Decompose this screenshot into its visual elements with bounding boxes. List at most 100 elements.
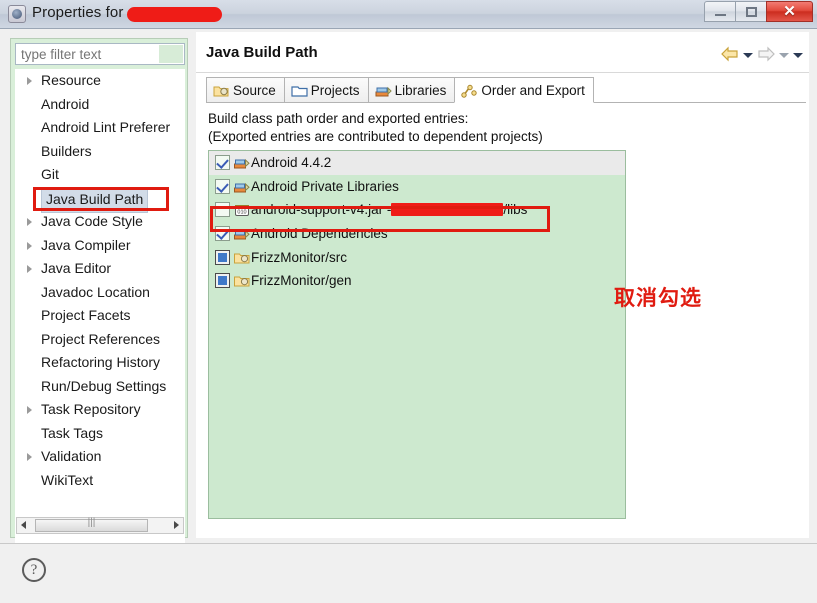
entry-checkbox[interactable] xyxy=(215,249,230,265)
window-title: Properties for xyxy=(32,4,124,21)
annotation-note-uncheck: 取消勾选 xyxy=(614,287,702,310)
redacted-path xyxy=(391,203,504,217)
expand-arrow-icon[interactable] xyxy=(27,77,32,85)
sidebar-item-label: Javadoc Location xyxy=(41,283,150,300)
sidebar-item-resource[interactable]: Resource xyxy=(15,69,185,93)
redacted-project-name xyxy=(127,7,222,22)
sidebar-item-builders[interactable]: Builders xyxy=(15,140,185,164)
order-export-icon xyxy=(461,81,478,98)
svg-text:010: 010 xyxy=(237,210,246,216)
sidebar-item-label: Project References xyxy=(41,330,161,347)
tab-source[interactable]: Source xyxy=(206,77,285,103)
source-folder-icon xyxy=(234,273,250,288)
tab-label: Projects xyxy=(310,83,360,98)
close-button[interactable]: ✕ xyxy=(766,1,813,22)
expand-arrow-icon[interactable] xyxy=(27,241,32,250)
list-item[interactable]: Android Dependencies xyxy=(209,222,625,246)
expand-arrow-icon[interactable] xyxy=(27,265,32,273)
sidebar-item-task-repository[interactable]: Task Repository xyxy=(15,398,185,422)
sidebar-item-label: Task Tags xyxy=(41,424,103,441)
minimize-icon xyxy=(715,14,726,16)
sidebar-item-project-references[interactable]: Project References xyxy=(15,328,185,352)
close-icon: ✕ xyxy=(783,3,796,20)
description-line-1: Build class path order and exported entr… xyxy=(208,111,469,126)
entry-label: FrizzMonitor/gen xyxy=(251,273,352,289)
forward-arrow-icon xyxy=(757,46,775,62)
sidebar-item-wikitext[interactable]: WikiText xyxy=(15,469,185,493)
entry-checkbox[interactable] xyxy=(215,226,230,242)
sidebar-item-task-tags[interactable]: Task Tags xyxy=(15,422,185,446)
list-item[interactable]: Android 4.4.2 xyxy=(209,151,625,175)
entry-checkbox[interactable] xyxy=(215,155,230,170)
scrollbar-thumb[interactable] xyxy=(35,517,148,532)
sidebar-item-label: Task Repository xyxy=(41,401,141,417)
entry-checkbox[interactable] xyxy=(215,273,230,289)
scroll-right-icon[interactable] xyxy=(174,521,179,529)
tab-order-and-export[interactable]: Order and Export xyxy=(454,77,594,103)
sidebar-item-java-editor[interactable]: Java Editor xyxy=(15,257,185,281)
title-bar: Properties for ✕ xyxy=(0,0,817,29)
sidebar-item-java-compiler[interactable]: Java Compiler xyxy=(15,234,185,258)
expand-arrow-icon[interactable] xyxy=(27,406,32,414)
back-history-chevron-down-icon[interactable] xyxy=(743,53,753,58)
tab-label: Libraries xyxy=(394,83,447,98)
list-item[interactable]: Android Private Libraries xyxy=(209,175,625,199)
filter-box[interactable] xyxy=(15,43,185,65)
view-menu-chevron-down-icon[interactable] xyxy=(793,53,803,58)
list-item[interactable]: FrizzMonitor/src xyxy=(209,246,625,270)
sidebar-item-label: Run/Debug Settings xyxy=(41,377,167,394)
expand-arrow-icon[interactable] xyxy=(27,218,32,226)
dialog-footer: ? OK Cancel xyxy=(0,544,817,603)
sidebar-item-label: Android xyxy=(41,95,90,112)
help-icon[interactable]: ? xyxy=(22,558,46,582)
settings-tree[interactable]: Resource Android Android Lint Preferer Buil… xyxy=(15,69,185,555)
scroll-left-icon[interactable] xyxy=(21,521,26,529)
maximize-button[interactable] xyxy=(735,1,767,22)
sidebar-item-refactoring-history[interactable]: Refactoring History xyxy=(15,351,185,375)
sidebar-item-label: Project Facets xyxy=(41,307,131,323)
forward-history-chevron-down-icon xyxy=(779,53,789,58)
build-path-entries-list[interactable]: Android 4.4.2 Android Private Libraries 01… xyxy=(208,150,626,519)
library-icon xyxy=(234,226,250,241)
sidebar-item-label: Java Code Style xyxy=(41,213,143,229)
library-icon xyxy=(234,155,250,170)
sidebar-item-label: Refactoring History xyxy=(41,354,161,370)
settings-sidebar: Resource Android Android Lint Preferer Buil… xyxy=(10,38,188,555)
library-icon xyxy=(234,179,250,194)
sidebar-item-label: WikiText xyxy=(41,471,94,488)
sidebar-item-git[interactable]: Git xyxy=(15,163,185,187)
entry-label: android-support-v4.jar - xyxy=(251,202,392,218)
tree-horizontal-scrollbar[interactable] xyxy=(16,517,184,534)
sidebar-item-javadoc-location[interactable]: Javadoc Location xyxy=(15,281,185,305)
sidebar-item-android-lint-preferer[interactable]: Android Lint Preferer xyxy=(15,116,185,140)
tab-projects[interactable]: Projects xyxy=(283,77,369,103)
back-arrow-icon[interactable] xyxy=(721,46,739,62)
sidebar-item-label: Java Compiler xyxy=(41,236,131,253)
entry-checkbox[interactable] xyxy=(215,178,230,194)
jar-icon: 010 xyxy=(234,202,250,217)
sidebar-item-label: Builders xyxy=(41,142,92,159)
sidebar-item-label: Android Lint Preferer xyxy=(41,119,171,135)
sidebar-item-project-facets[interactable]: Project Facets xyxy=(15,304,185,328)
list-item[interactable]: FrizzMonitor/gen xyxy=(209,269,625,293)
minimize-button[interactable] xyxy=(704,1,736,22)
source-folder-icon xyxy=(213,81,230,97)
sidebar-item-label: Validation xyxy=(41,448,102,464)
main-content: Java Build Path Source Projects Libraries O… xyxy=(196,32,809,538)
sidebar-item-run-debug-settings[interactable]: Run/Debug Settings xyxy=(15,375,185,399)
entry-checkbox[interactable] xyxy=(215,202,230,218)
expand-arrow-icon[interactable] xyxy=(27,453,32,461)
list-item[interactable]: 010 android-support-v4.jar - /libs xyxy=(209,198,625,222)
libraries-icon xyxy=(375,81,392,97)
tab-label: Order and Export xyxy=(481,83,585,98)
sidebar-item-android[interactable]: Android xyxy=(15,93,185,117)
sidebar-item-java-code-style[interactable]: Java Code Style xyxy=(15,210,185,234)
tab-libraries[interactable]: Libraries xyxy=(367,77,456,103)
sidebar-item-validation[interactable]: Validation xyxy=(15,445,185,469)
window-controls: ✕ xyxy=(704,1,813,25)
maximize-icon xyxy=(746,7,757,17)
sidebar-item-label: Git xyxy=(41,166,59,182)
sidebar-item-java-build-path[interactable]: Java Build Path xyxy=(15,186,185,213)
search-input[interactable] xyxy=(16,44,184,64)
page-title: Java Build Path xyxy=(206,44,318,61)
